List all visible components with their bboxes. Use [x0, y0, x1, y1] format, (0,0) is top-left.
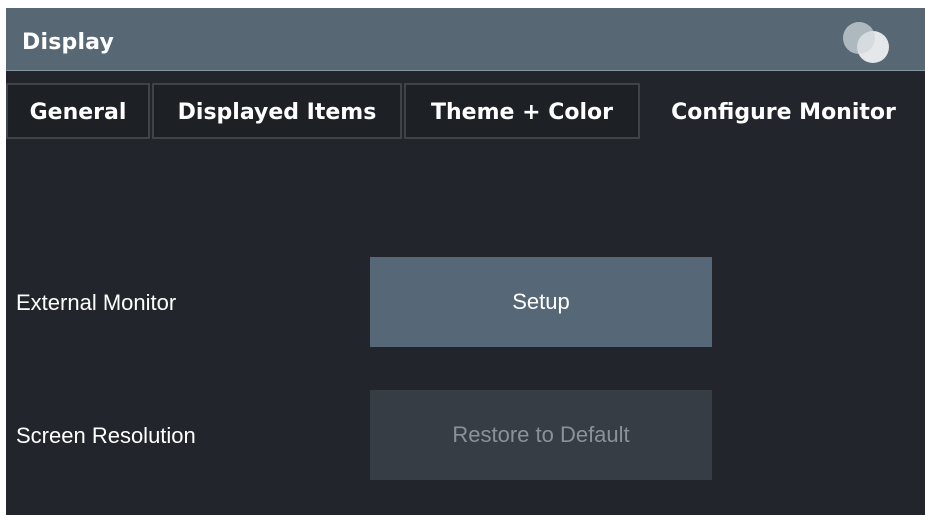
setup-button[interactable]: Setup	[370, 257, 712, 347]
setup-button-label: Setup	[512, 289, 570, 314]
tab-bar: General Displayed Items Theme + Color Co…	[6, 83, 925, 141]
tab-theme-color-label: Theme + Color	[431, 100, 613, 125]
restore-to-default-button-label: Restore to Default	[452, 422, 630, 447]
tab-displayed-items-label: Displayed Items	[177, 100, 377, 125]
tab-general-label: General	[29, 100, 127, 125]
tab-configure-monitor[interactable]: Configure Monitor	[642, 83, 925, 139]
overlapping-circles-logo-icon	[843, 22, 889, 63]
tab-displayed-items[interactable]: Displayed Items	[152, 83, 402, 139]
screen-resolution-label: Screen Resolution	[16, 423, 196, 448]
tab-theme-color[interactable]: Theme + Color	[404, 83, 640, 139]
dialog-title: Display	[22, 30, 115, 55]
tab-configure-monitor-label: Configure Monitor	[671, 100, 896, 125]
display-dialog: Display General Displayed Items Theme + …	[6, 8, 925, 515]
tab-general[interactable]: General	[6, 83, 150, 139]
dialog-titlebar: Display	[6, 8, 925, 71]
external-monitor-label: External Monitor	[16, 290, 177, 315]
restore-to-default-button: Restore to Default	[370, 390, 712, 480]
